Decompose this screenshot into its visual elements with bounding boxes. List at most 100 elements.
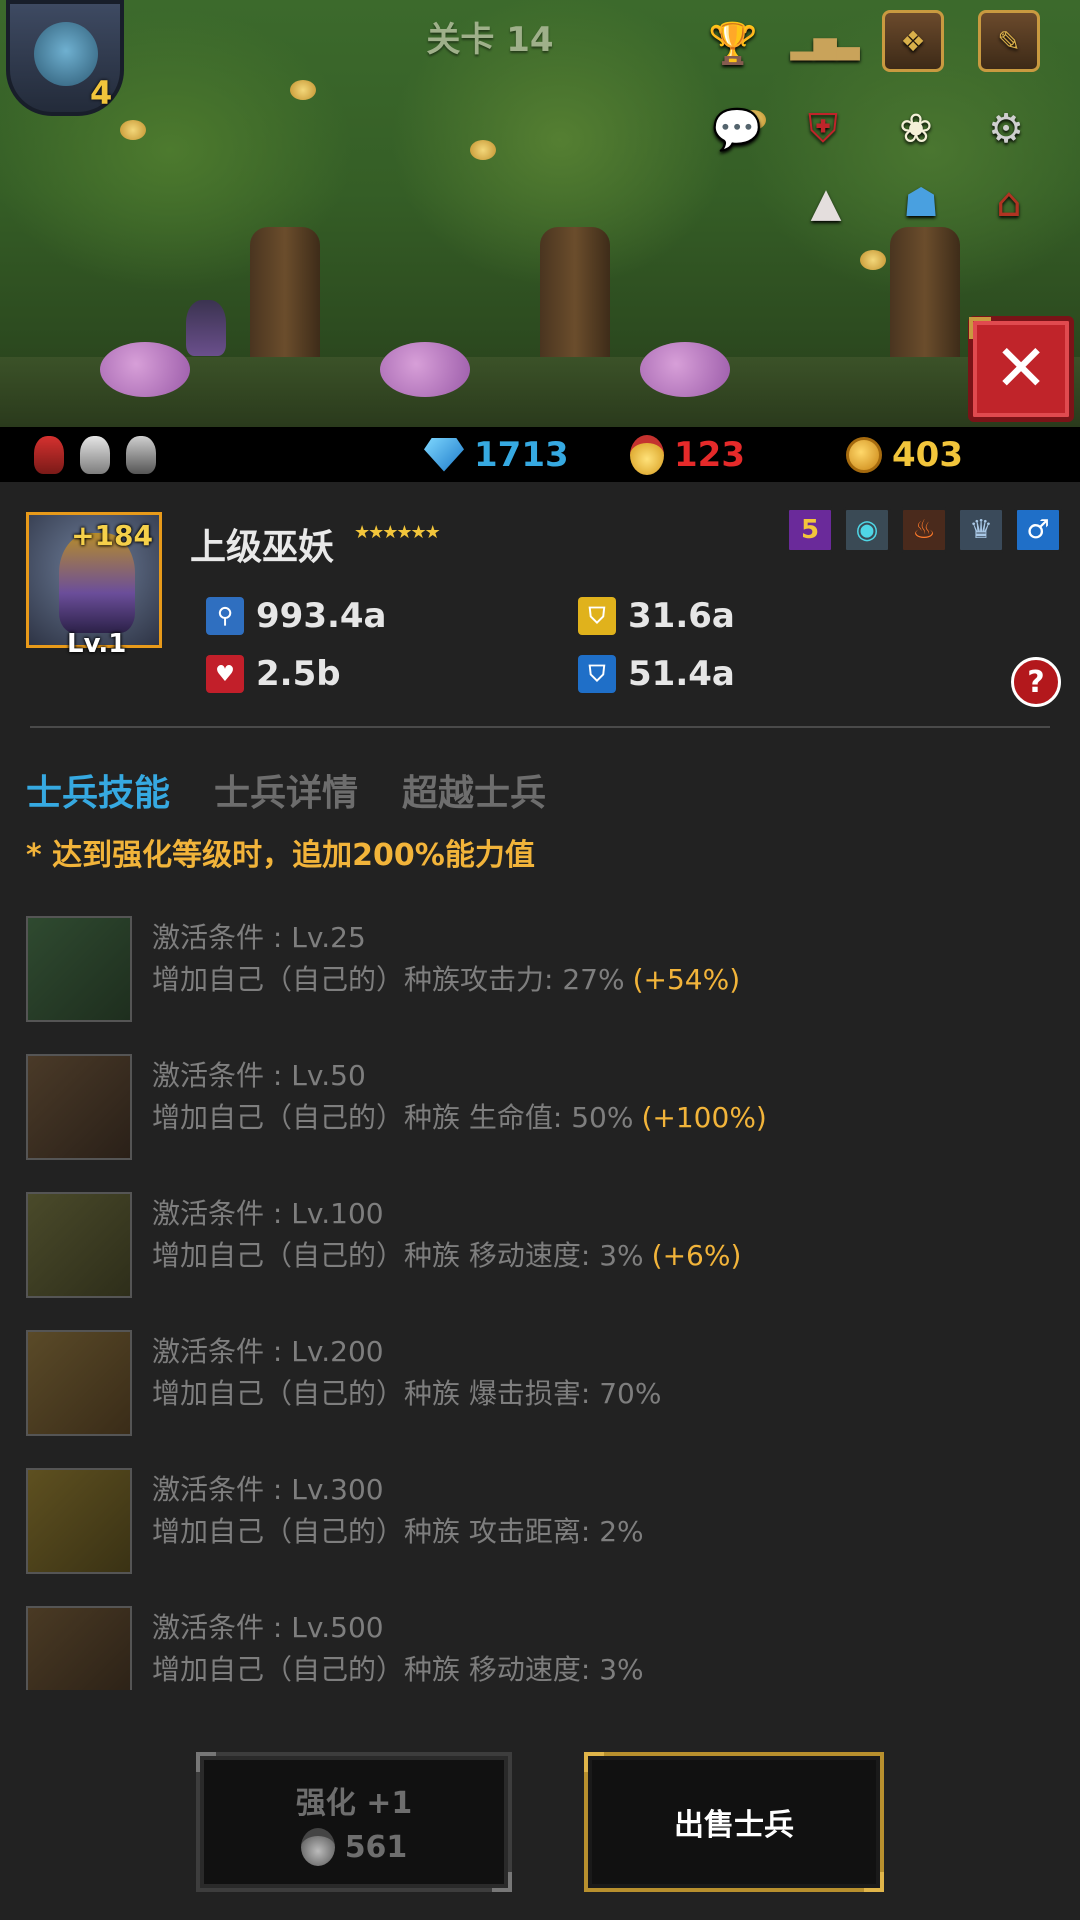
stat-defense: ⛉ 31.6a <box>578 596 735 636</box>
unit-portrait[interactable]: +184 Lv.1 <box>26 512 162 659</box>
skill-thumbnail <box>26 1330 132 1436</box>
warning-icon[interactable]: ▲ <box>795 172 857 234</box>
party-member-avatar[interactable] <box>34 435 64 474</box>
tab-transcend-unit[interactable]: 超越士兵 <box>402 764 546 816</box>
chat-icon[interactable]: 💬 <box>706 98 768 160</box>
skill-list[interactable]: 激活条件 : Lv.25 增加自己（自己的）种族攻击力: 27% (+54%) 激… <box>26 916 1056 1690</box>
fire-icon[interactable]: ♨ <box>900 507 948 553</box>
defense-value: 31.6a <box>628 596 735 636</box>
rank-value: 5 <box>800 515 820 545</box>
skill-condition: 激活条件 : Lv.200 <box>152 1335 384 1368</box>
eye-icon[interactable]: ◉ <box>843 507 891 553</box>
enhance-level: +184 <box>71 519 153 552</box>
gold-coin-icon <box>846 436 882 473</box>
tab-unit-skills[interactable]: 士兵技能 <box>26 764 170 816</box>
tree-trunk <box>890 227 960 377</box>
sell-unit-button[interactable]: 出售士兵 <box>584 1752 884 1892</box>
gold-counter: 403 <box>846 427 963 482</box>
gem-count: 1713 <box>474 434 569 475</box>
skill-thumbnail <box>26 1468 132 1574</box>
stat-magic-defense: ⛉ 51.4a <box>578 654 735 694</box>
male-gender-icon[interactable]: ♂ <box>1014 507 1062 553</box>
skill-description: 增加自己（自己的）种族 爆击损害: 70% <box>152 1372 669 1412</box>
skill-thumbnail <box>26 1192 132 1298</box>
unit-name: 上级巫妖 <box>190 527 335 568</box>
party-icon[interactable]: ☗ <box>890 172 952 234</box>
sell-label: 出售士兵 <box>674 1808 794 1843</box>
upgrade-cost: 561 <box>300 1828 408 1866</box>
boss-portrait[interactable]: 4 <box>6 0 124 116</box>
heart-icon: ♥ <box>206 655 244 693</box>
skill-desc-text: 增加自己（自己的）种族攻击力: 27% <box>152 963 625 996</box>
attack-value: 993.4a <box>256 596 387 636</box>
skill-desc-text: 增加自己（自己的）种族 移动速度: 3% <box>152 1653 644 1686</box>
skill-description: 增加自己（自己的）种族 移动速度: 3% <box>152 1648 652 1688</box>
flower <box>120 120 146 140</box>
hp-value: 2.5b <box>256 654 341 694</box>
skill-thumbnail <box>26 916 132 1022</box>
crown-icon[interactable]: ♛ <box>957 507 1005 553</box>
house-icon[interactable]: ⌂ <box>978 172 1040 234</box>
tab-unit-details[interactable]: 士兵详情 <box>214 764 358 816</box>
boss-level: 4 <box>90 74 113 112</box>
skill-item: 激活条件 : Lv.50 增加自己（自己的）种族 生命值: 50% (+100%) <box>26 1054 1056 1192</box>
codex-book-icon[interactable]: ❖ <box>882 10 944 72</box>
skill-condition: 激活条件 : Lv.50 <box>152 1059 366 1092</box>
flower <box>470 140 496 160</box>
gold-count: 403 <box>892 434 963 475</box>
rank-badge[interactable]: 5 <box>786 507 834 553</box>
angel-icon[interactable]: ❀ <box>885 98 947 160</box>
magic-defense-value: 51.4a <box>628 654 735 694</box>
upgrade-label: 强化 +1 <box>295 1786 413 1821</box>
stat-attack: ⚲ 993.4a <box>206 596 387 636</box>
resource-bar: 1713 123 403 <box>0 427 1080 482</box>
skill-desc-text: 增加自己（自己的）种族 爆击损害: 70% <box>152 1377 662 1410</box>
skill-description: 增加自己（自己的）种族 移动速度: 3% (+6%) <box>152 1234 741 1274</box>
skill-bonus: (+54%) <box>632 963 741 996</box>
skill-item: 激活条件 : Lv.300 增加自己（自己的）种族 攻击距离: 2% <box>26 1468 1056 1606</box>
skill-condition: 激活条件 : Lv.25 <box>152 921 366 954</box>
skill-bonus: (+6%) <box>651 1239 742 1272</box>
party-members <box>34 435 156 474</box>
attack-staff-icon: ⚲ <box>206 597 244 635</box>
crest-icon[interactable]: ⛨ <box>792 98 854 160</box>
unit-badges: 5 ◉ ♨ ♛ ♂ <box>786 507 1062 553</box>
help-button[interactable]: ? <box>1011 657 1061 707</box>
upgrade-cost-value: 561 <box>344 1829 408 1865</box>
medal-count: 123 <box>674 434 745 475</box>
party-member-avatar[interactable] <box>126 435 156 474</box>
gem-counter: 1713 <box>424 427 569 482</box>
flower-bush <box>100 342 190 397</box>
enhance-notice: * 达到强化等级时，追加200%能力值 <box>26 838 535 873</box>
unit-detail-screen: 关卡 14 4 🏆 ▂▅▃ ❖ ✎ 💬 ⛨ ❀ ⚙ ▲ ☗ ⌂ ✕ 1713 1… <box>0 0 1080 1920</box>
skill-desc-text: 增加自己（自己的）种族 移动速度: 3% <box>152 1239 644 1272</box>
skill-thumbnail <box>26 1054 132 1160</box>
party-member-avatar[interactable] <box>80 435 110 474</box>
skill-condition: 激活条件 : Lv.100 <box>152 1197 384 1230</box>
skill-item: 激活条件 : Lv.25 增加自己（自己的）种族攻击力: 27% (+54%) <box>26 916 1056 1054</box>
skill-item: 激活条件 : Lv.200 增加自己（自己的）种族 爆击损害: 70% <box>26 1330 1056 1468</box>
skill-item: 激活条件 : Lv.500 增加自己（自己的）种族 移动速度: 3% <box>26 1606 1056 1690</box>
divider <box>30 726 1050 728</box>
game-scene: 关卡 14 4 🏆 ▂▅▃ ❖ ✎ 💬 ⛨ ❀ ⚙ ▲ ☗ ⌂ ✕ <box>0 0 1080 427</box>
quest-book-icon[interactable]: ✎ <box>978 10 1040 72</box>
shield-icon: ⛉ <box>578 597 616 635</box>
medal-icon <box>300 1828 335 1866</box>
trophy-icon[interactable]: 🏆 <box>702 12 764 74</box>
skill-bonus: (+100%) <box>641 1101 767 1134</box>
close-button[interactable]: ✕ <box>968 316 1074 422</box>
tree-trunk <box>250 227 320 377</box>
boss-skull-icon <box>34 22 98 86</box>
stat-hp: ♥ 2.5b <box>206 654 341 694</box>
close-icon: ✕ <box>994 332 1048 406</box>
tab-bar: 士兵技能 士兵详情 超越士兵 <box>26 764 546 816</box>
leaderboard-icon[interactable]: ▂▅▃ <box>790 12 859 74</box>
question-icon: ? <box>1027 664 1045 700</box>
skill-condition: 激活条件 : Lv.300 <box>152 1473 384 1506</box>
skill-description: 增加自己（自己的）种族攻击力: 27% (+54%) <box>152 958 740 998</box>
skill-desc-text: 增加自己（自己的）种族 生命值: 50% <box>152 1101 634 1134</box>
skill-description: 增加自己（自己的）种族 生命值: 50% (+100%) <box>152 1096 767 1136</box>
settings-icon[interactable]: ⚙ <box>975 98 1037 160</box>
magic-shield-icon: ⛉ <box>578 655 616 693</box>
upgrade-button[interactable]: 强化 +1 561 <box>196 1752 512 1892</box>
